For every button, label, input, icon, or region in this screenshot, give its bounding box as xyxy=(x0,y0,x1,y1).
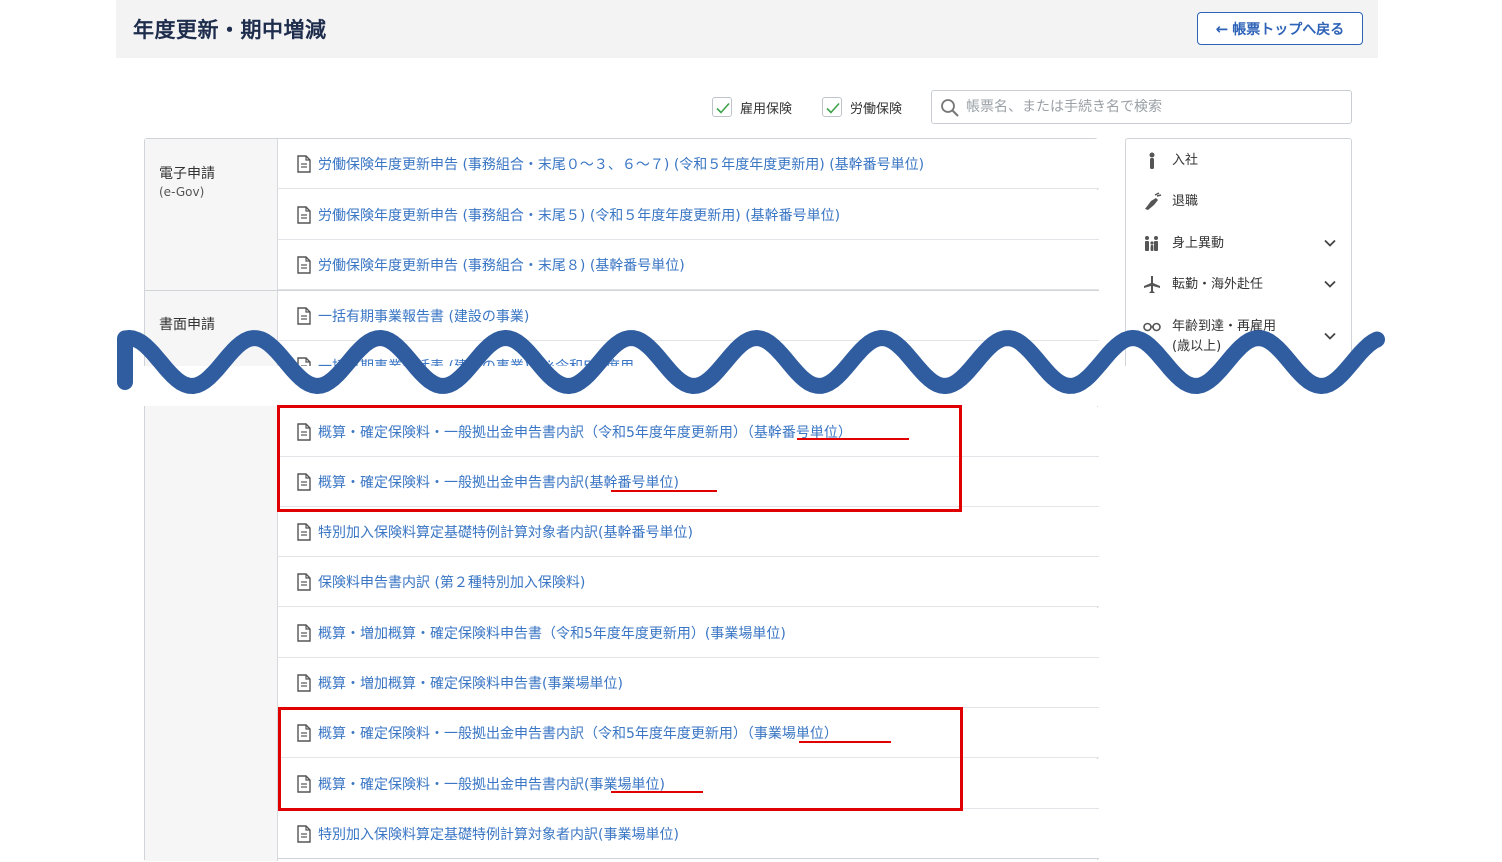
underline-site-unit-1 xyxy=(799,741,891,743)
underline-base-number-1 xyxy=(797,438,909,440)
cut-wave-mark xyxy=(117,330,1385,394)
underline-site-unit-2 xyxy=(611,791,703,793)
underline-base-number-2 xyxy=(611,490,717,492)
